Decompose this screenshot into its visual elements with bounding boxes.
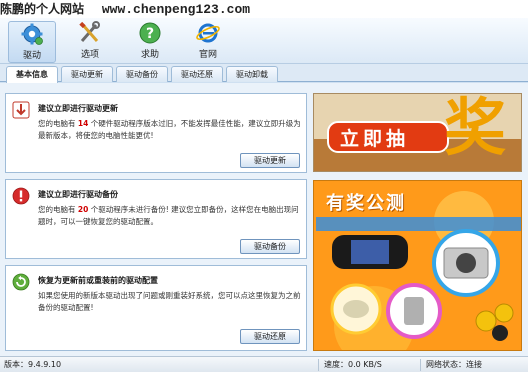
update-outdated-count: 14 xyxy=(77,119,89,128)
toolbar-website-label: 官网 xyxy=(198,50,217,60)
backup-desc-prefix: 您的电脑有 xyxy=(38,205,78,214)
gear-drive-icon xyxy=(21,23,43,45)
main-content: 建议立即进行驱动更新 您的电脑有 14 个硬件驱动程序版本过旧，不能发挥最佳性能… xyxy=(0,83,528,356)
restore-card-title: 恢复为更新前或重装前的驱动配置 xyxy=(38,276,158,285)
help-icon: ? xyxy=(139,22,161,44)
status-version: 版本：9.4.9.10 xyxy=(4,360,62,369)
tab-basic-info[interactable]: 基本信息 xyxy=(6,66,58,83)
restore-card: 恢复为更新前或重装前的驱动配置 如果您使用的新版本驱动出现了问题或刚重装好系统，… xyxy=(5,265,307,351)
update-card: 建议立即进行驱动更新 您的电脑有 14 个硬件驱动程序版本过旧，不能发挥最佳性能… xyxy=(5,93,307,173)
status-network: 网络状态：连接 xyxy=(426,360,482,369)
update-card-description: 您的电脑有 14 个硬件驱动程序版本过旧，不能发挥最佳性能，建议立即升级为最新版… xyxy=(38,118,302,142)
backup-card: 建议立即进行驱动备份 您的电脑有 20 个驱动程序未进行备份! 建议您立即备份，… xyxy=(5,179,307,259)
toolbar-drive-label: 驱动 xyxy=(22,51,41,61)
lottery-ad-big-char: 奖 xyxy=(444,93,507,164)
backup-card-title: 建议立即进行驱动备份 xyxy=(38,190,118,199)
backup-card-description: 您的电脑有 20 个驱动程序未进行备份! 建议您立即备份，这样您在电脑出现问题时… xyxy=(38,204,302,228)
backup-unbacked-count: 20 xyxy=(77,205,89,214)
toolbar-drive-button[interactable]: 驱动 xyxy=(8,21,56,63)
watermark-site-name: 陈鹏的个人网站 xyxy=(0,2,85,16)
status-bar: 版本：9.4.9.10 速度：0.0 KB/S 网络状态：连接 xyxy=(0,356,528,372)
toolbar-help-button[interactable]: ? 求助 xyxy=(126,21,174,63)
beta-prize-title: 有奖公测 xyxy=(326,193,406,214)
toolbar-website-button[interactable]: 官网 xyxy=(184,21,232,63)
update-card-title: 建议立即进行驱动更新 xyxy=(38,104,118,113)
lottery-ad-text: 立即抽 xyxy=(340,128,410,150)
driver-update-button[interactable]: 驱动更新 xyxy=(240,153,300,168)
update-desc-prefix: 您的电脑有 xyxy=(38,119,78,128)
restore-icon xyxy=(12,273,30,291)
lottery-ad-banner[interactable]: 立即抽 奖 xyxy=(313,93,522,172)
toolbar-options-button[interactable]: 选项 xyxy=(66,21,114,63)
tab-driver-uninstall[interactable]: 驱动卸载 xyxy=(226,66,278,82)
restore-card-description: 如果您使用的新版本驱动出现了问题或刚重装好系统，您可以点这里恢复为之前备份的驱动… xyxy=(38,291,301,312)
update-download-icon xyxy=(12,101,30,119)
toolbar-options-label: 选项 xyxy=(80,50,99,60)
beta-prize-ad[interactable]: 有奖公测 xyxy=(313,180,522,351)
warning-icon xyxy=(12,187,30,205)
tab-driver-backup[interactable]: 驱动备份 xyxy=(116,66,168,82)
tab-driver-restore[interactable]: 驱动还原 xyxy=(171,66,223,82)
watermark-url: www.chenpeng123.com xyxy=(101,2,251,17)
status-divider xyxy=(318,359,319,371)
toolbar-help-label: 求助 xyxy=(140,50,159,60)
tools-icon xyxy=(79,21,100,42)
main-toolbar: 驱动 选项 ? 求助 官网 xyxy=(0,18,528,64)
watermark-banner: 陈鹏的个人网站 www.chenpeng123.com xyxy=(0,0,528,18)
status-divider xyxy=(420,359,421,371)
svg-text:?: ? xyxy=(146,26,154,42)
tab-bar: 基本信息 驱动更新 驱动备份 驱动还原 驱动卸载 xyxy=(0,64,528,83)
driver-backup-button[interactable]: 驱动备份 xyxy=(240,239,300,254)
status-speed: 速度：0.0 KB/S xyxy=(324,360,382,369)
driver-restore-button[interactable]: 驱动还原 xyxy=(240,329,300,344)
tab-driver-update[interactable]: 驱动更新 xyxy=(61,66,113,82)
ie-browser-icon xyxy=(196,23,220,43)
